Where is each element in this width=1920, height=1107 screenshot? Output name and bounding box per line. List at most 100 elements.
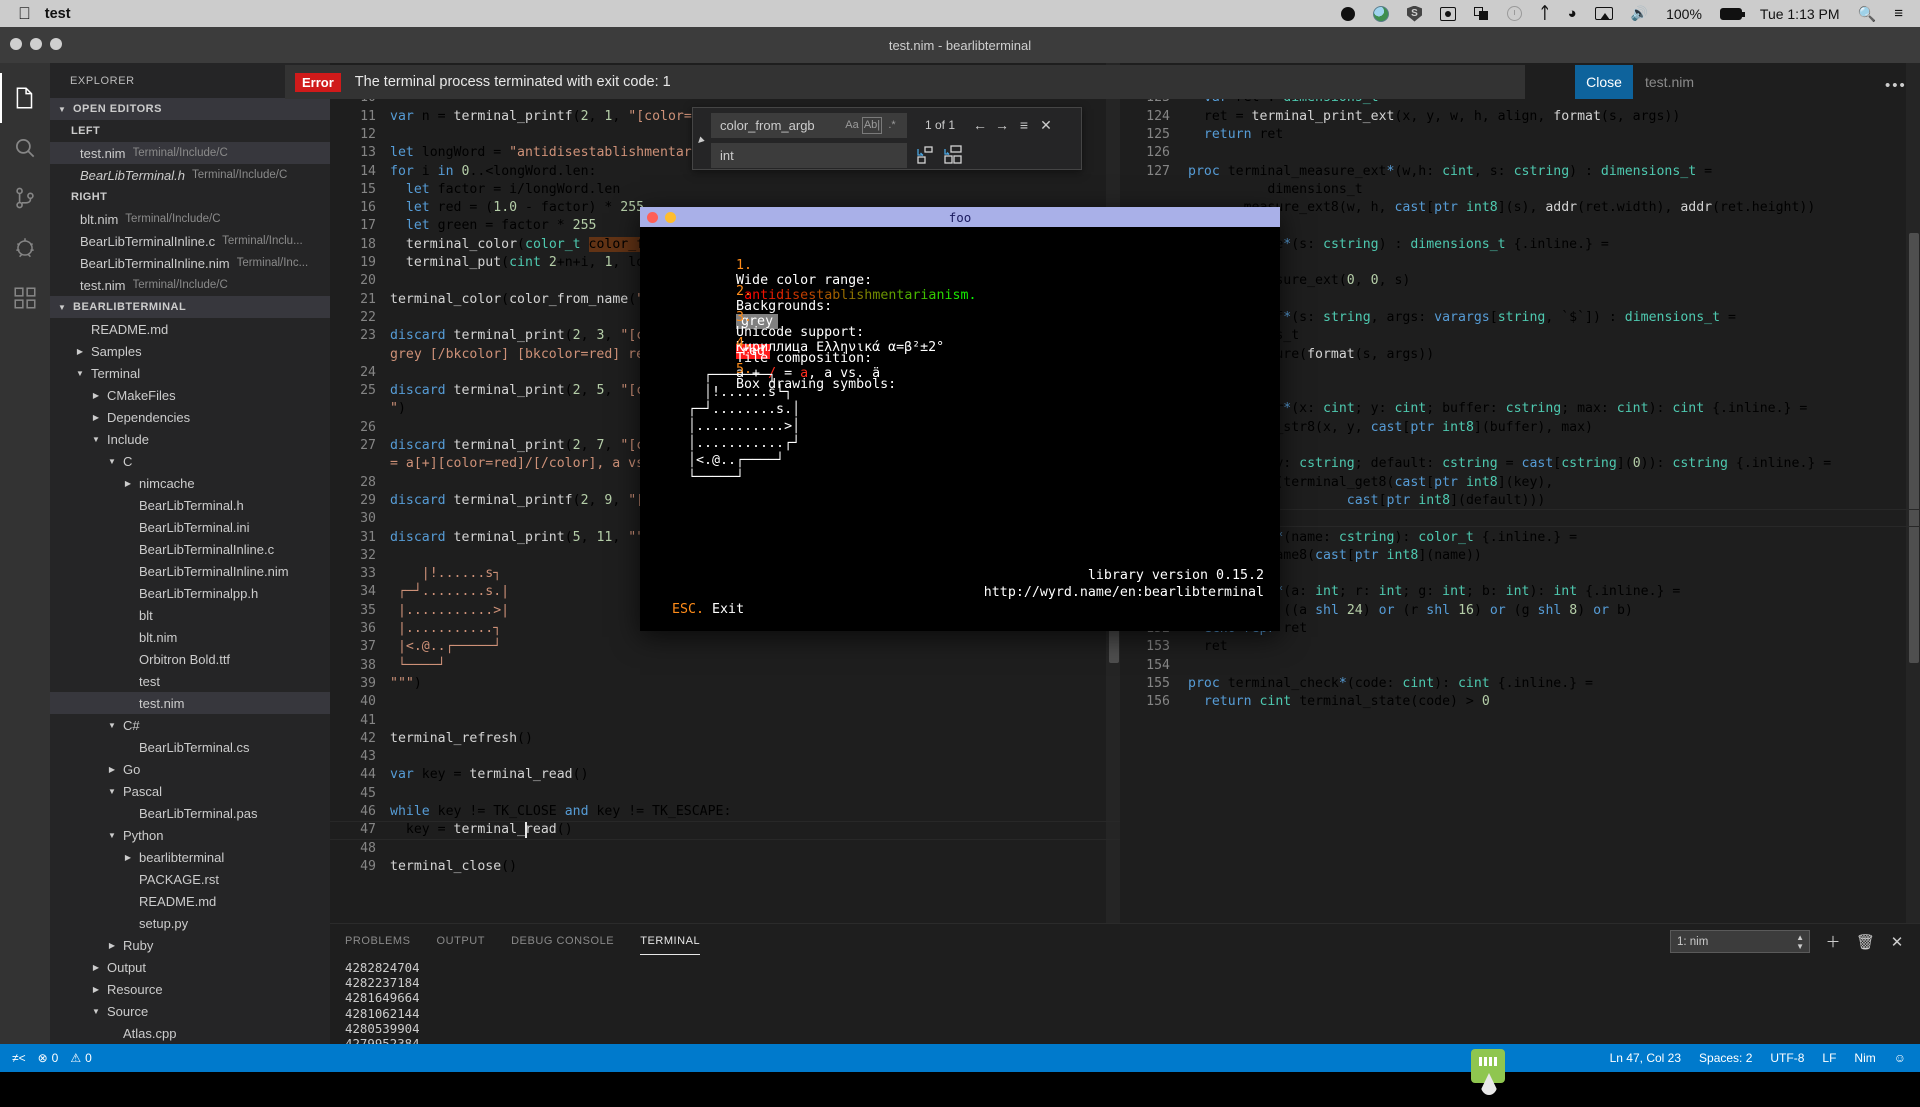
window-icon[interactable] <box>1473 6 1489 21</box>
activity-extensions[interactable] <box>0 273 50 323</box>
tree-item[interactable]: ▶ Output <box>50 956 330 978</box>
dropbox-icon[interactable] <box>1340 6 1355 21</box>
tree-item[interactable]: ▶BearLibTerminalInline.nim <box>50 560 330 582</box>
indentation[interactable]: Spaces: 2 <box>1699 1051 1752 1065</box>
close-find-button[interactable]: ✕ <box>1035 117 1057 134</box>
tree-item[interactable]: ▼ Python <box>50 824 330 846</box>
code-line[interactable]: = a[+][color=red]/[/color], a vs. <box>390 455 660 473</box>
tree-item[interactable]: ▶ CMakeFiles <box>50 384 330 406</box>
open-editor-item[interactable]: BearLibTerminalInline.nim Terminal/Inc... <box>50 252 330 274</box>
notification-center-icon[interactable]: ≡ <box>1894 5 1903 22</box>
window-traffic-lights[interactable] <box>10 38 62 50</box>
section-project[interactable]: ▼ BEARLIBTERMINAL <box>50 296 330 318</box>
toggle-replace-column[interactable]: ◀ <box>693 108 711 169</box>
tree-item[interactable]: ▼ Include <box>50 428 330 450</box>
code-line[interactable]: ret = terminal_print_ext(x, y, w, h, ali… <box>1188 108 1680 126</box>
search-icon[interactable]: 🔍 <box>1858 5 1877 23</box>
tree-item[interactable]: ▶test.nim <box>50 692 330 714</box>
menubar-clock[interactable]: Tue 1:13 PM <box>1760 6 1840 22</box>
panel-tab-debug-console[interactable]: DEBUG CONSOLE <box>511 924 614 958</box>
code-line[interactable]: proc terminal_measure_ext*(w,h: cint, s:… <box>1188 163 1712 181</box>
section-open-editors[interactable]: ▼ OPEN EDITORS <box>50 98 330 120</box>
code-line[interactable]: terminal_color(color_from_name("wh <box>390 291 660 309</box>
battery-icon[interactable] <box>1719 7 1745 20</box>
kill-terminal-button[interactable]: 🗑 <box>1856 933 1875 951</box>
tree-item[interactable]: ▼ Terminal <box>50 362 330 384</box>
replace-all-button[interactable] <box>943 145 963 165</box>
code-line[interactable]: let green = factor * 255 <box>390 217 597 235</box>
find-in-selection-button[interactable]: ≡ <box>1013 117 1035 133</box>
code-line[interactable]: |...........>| <box>390 602 509 620</box>
maximize-button[interactable] <box>50 38 62 50</box>
tree-item[interactable]: ▶BearLibTerminalpp.h <box>50 582 330 604</box>
code-line[interactable]: |!......s┐ <box>390 565 501 583</box>
minimize-button[interactable] <box>30 38 42 50</box>
tree-item[interactable]: ▶ Ruby <box>50 934 330 956</box>
editor-right-scrollbar[interactable] <box>1906 63 1920 923</box>
globe-icon[interactable] <box>1372 5 1389 22</box>
language-mode[interactable]: Nim <box>1854 1051 1875 1065</box>
eol[interactable]: LF <box>1822 1051 1836 1065</box>
tree-item[interactable]: ▶ Go <box>50 758 330 780</box>
app-dock-icon[interactable] <box>1465 1049 1511 1097</box>
terminal-selector[interactable]: 1: nim ▲ ▼ <box>1670 930 1810 953</box>
code-line[interactable]: ┌─┘........s.| <box>390 583 509 601</box>
match-case-icon[interactable]: Aa <box>842 119 862 131</box>
apple-icon[interactable]:  <box>18 5 31 22</box>
bearlibterminal-window[interactable]: foo 1. Wide color range: antidisestablis… <box>640 207 1280 631</box>
tree-item[interactable]: ▶blt <box>50 604 330 626</box>
panel-tab-problems[interactable]: PROBLEMS <box>345 924 411 958</box>
code-line[interactable]: terminal_color(color_t color_fro <box>390 236 660 254</box>
activity-search[interactable] <box>0 123 50 173</box>
open-editor-item[interactable]: BearLibTerminal.h Terminal/Include/C <box>50 164 330 186</box>
panel-tab-terminal[interactable]: TERMINAL <box>640 924 701 958</box>
panel-tab-output[interactable]: OUTPUT <box>437 924 486 958</box>
warning-count[interactable]: ⚠ 0 <box>70 1051 91 1065</box>
tree-item[interactable]: ▼ C# <box>50 714 330 736</box>
tree-item[interactable]: ▶README.md <box>50 890 330 912</box>
close-panel-button[interactable]: ✕ <box>1888 933 1906 951</box>
tree-item[interactable]: ▼ Source <box>50 1000 330 1022</box>
record-icon[interactable] <box>1439 6 1456 21</box>
close-notification-button[interactable]: Close <box>1575 65 1633 99</box>
tree-item[interactable]: ▼ Pascal <box>50 780 330 802</box>
tree-item[interactable]: ▶BearLibTerminal.pas <box>50 802 330 824</box>
code-line[interactable]: discard terminal_print(5, 11, """ <box>390 529 652 547</box>
tree-item[interactable]: ▶Orbitron Bold.ttf <box>50 648 330 670</box>
tree-item[interactable]: ▶ nimcache <box>50 472 330 494</box>
code-line[interactable]: grey [/bkcolor] [bkcolor=red] red <box>390 346 652 364</box>
code-line[interactable]: ") <box>390 400 406 418</box>
code-line[interactable]: let red = (1.0 - factor) * 255 <box>390 199 644 217</box>
find-replace-widget[interactable]: ◀ color_from_argb Aa Ab| .* 1 of 1 ← → ≡… <box>692 107 1082 170</box>
cursor-position[interactable]: Ln 47, Col 23 <box>1610 1051 1681 1065</box>
previous-match-button[interactable]: ← <box>969 117 991 133</box>
code-line[interactable]: while key != TK_CLOSE and key != TK_ESCA… <box>390 803 731 821</box>
tree-item[interactable]: ▶setup.py <box>50 912 330 934</box>
activity-explorer[interactable] <box>0 73 50 123</box>
open-editor-item[interactable]: test.nim Terminal/Include/C <box>50 274 330 296</box>
remote-indicator[interactable]: ≠< <box>12 1051 26 1065</box>
tree-item[interactable]: ▶ Dependencies <box>50 406 330 428</box>
feedback-smiley[interactable]: ☺ <box>1894 1051 1906 1065</box>
tree-item[interactable]: ▶ Resource <box>50 978 330 1000</box>
code-line[interactable]: |...........┐ <box>390 620 501 638</box>
code-line[interactable]: discard terminal_print(2, 3, "[col <box>390 327 660 345</box>
encoding[interactable]: UTF-8 <box>1770 1051 1804 1065</box>
code-line[interactable]: return cint terminal_state(code) > 0 <box>1188 693 1490 711</box>
code-line[interactable]: var key = terminal_read() <box>390 766 589 784</box>
code-line[interactable]: terminal_refresh() <box>390 730 533 748</box>
code-line[interactable]: let factor = i/longWord.len <box>390 181 620 199</box>
code-line[interactable]: terminal_close() <box>390 858 517 876</box>
code-line[interactable]: _measure_ext8(w, h, cast[ptr int8](s), a… <box>1188 199 1816 217</box>
tree-item[interactable]: ▶blt.nim <box>50 626 330 648</box>
code-line[interactable]: proc terminal_check*(code: cint): cint {… <box>1188 675 1593 693</box>
use-regex-icon[interactable]: .* <box>882 119 902 131</box>
tree-item[interactable]: ▶Atlas.cpp <box>50 1022 330 1044</box>
code-line[interactable]: └────┘ <box>390 657 446 675</box>
tree-item[interactable]: ▶PACKAGE.rst <box>50 868 330 890</box>
wifi-icon[interactable]: ◕ <box>1568 5 1577 22</box>
tree-item[interactable]: ▼ C <box>50 450 330 472</box>
replace-input[interactable]: int <box>711 142 907 168</box>
code-line[interactable]: _read_str*(x: cint; y: cint; buffer: cst… <box>1188 400 1808 418</box>
tree-item[interactable]: ▶BearLibTerminalInline.c <box>50 538 330 560</box>
